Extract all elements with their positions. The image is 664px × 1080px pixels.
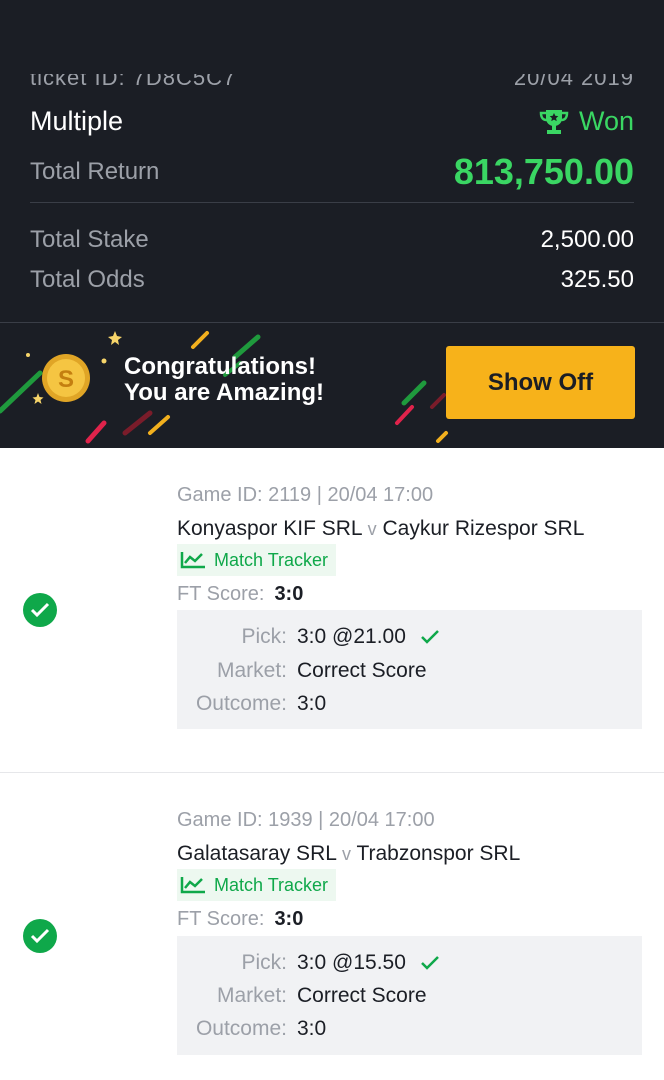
market-label: Market: [216, 984, 287, 1007]
line-chart-icon [180, 552, 205, 569]
pick-row: Pick: 3:0 @21.00 [177, 625, 642, 649]
total-odds-row: Total Odds 325.50 [30, 266, 634, 294]
game-id: Game ID: 2119 | 20/04 17:00 [177, 484, 434, 506]
match-tracker-link[interactable]: Match Tracker [177, 544, 337, 576]
pick-label: Pick: [241, 625, 287, 648]
game-card: Game ID: 2119 | 20/04 17:00 Konyaspor KI… [0, 448, 664, 772]
market-label: Market: [216, 659, 287, 682]
total-return-value: 813,750.00 [453, 151, 634, 192]
market-row: Market: Correct Score [177, 984, 642, 1008]
total-stake-label: Total Stake [30, 226, 149, 253]
check-circle-icon [23, 919, 57, 953]
game-id: Game ID: 1939 | 20/04 17:00 [177, 809, 435, 831]
game-card: Game ID: 1939 | 20/04 17:00 Galatasaray … [0, 773, 664, 1080]
match-tracker-link[interactable]: Match Tracker [177, 869, 337, 901]
home-team: Galatasaray SRL [177, 842, 337, 865]
pick-value: 3:0 @21.00 [297, 625, 406, 648]
match-teams: Galatasaray SRL v Trabzonspor SRL [177, 842, 520, 866]
show-off-button[interactable]: Show Off [446, 346, 635, 419]
checkmark-icon [421, 956, 439, 970]
total-return-label: Total Return [30, 158, 160, 185]
market-value: Correct Score [297, 659, 427, 682]
ft-score-row: FT Score: 3:0 [177, 583, 303, 606]
trophy-icon [539, 109, 569, 134]
ft-score-value: 3:0 [274, 908, 304, 930]
match-teams: Konyaspor KIF SRL v Caykur Rizespor SRL [177, 517, 584, 541]
total-odds-label: Total Odds [30, 266, 145, 293]
bet-type-row: Multiple Won [30, 106, 634, 137]
home-team: Konyaspor KIF SRL [177, 517, 362, 540]
svg-text:S: S [58, 366, 74, 393]
ft-score-row: FT Score: 3:0 [177, 908, 303, 931]
match-tracker-label: Match Tracker [214, 549, 329, 570]
versus-label: v [367, 519, 377, 539]
pick-value: 3:0 @15.50 [297, 951, 406, 974]
pick-details: Pick: 3:0 @15.50 Market: Correct Score O… [177, 936, 642, 1055]
ft-score-label: FT Score: [177, 908, 265, 930]
congrats-line-1: Congratulations! [124, 353, 316, 380]
ticket-summary-panel: ticket ID: 7D8C5C7 20/04 2019 Multiple W… [0, 0, 664, 448]
market-row: Market: Correct Score [177, 659, 642, 683]
versus-label: v [341, 844, 351, 864]
checkmark-icon [421, 630, 439, 644]
total-return-row: Total Return 813,750.00 [30, 151, 634, 193]
pick-details: Pick: 3:0 @21.00 Market: Correct Score O… [177, 610, 642, 729]
away-team: Trabzonspor SRL [356, 842, 521, 865]
line-chart-icon [180, 877, 205, 894]
pick-row: Pick: 3:0 @15.50 [177, 951, 642, 975]
check-circle-icon [23, 593, 57, 627]
pick-label: Pick: [241, 951, 287, 974]
congrats-line-2: You are Amazing! [124, 379, 325, 406]
bet-type: Multiple [30, 106, 124, 136]
status-text: Won [578, 106, 634, 136]
outcome-label: Outcome: [195, 692, 287, 715]
outcome-label: Outcome: [195, 1017, 287, 1040]
congratulations-message: Congratulations! You are Amazing! [124, 354, 324, 406]
outcome-row: Outcome: 3:0 [177, 692, 642, 716]
cut-off-ticket-id: ticket ID: 7D8C5C7 [30, 74, 237, 88]
total-stake-row: Total Stake 2,500.00 [30, 226, 634, 254]
total-odds-value: 325.50 [560, 266, 634, 293]
match-tracker-label: Match Tracker [214, 874, 329, 895]
outcome-value: 3:0 [297, 692, 327, 715]
status-badge: Won [539, 106, 634, 137]
divider [30, 202, 634, 203]
away-team: Caykur Rizespor SRL [382, 517, 585, 540]
ft-score-label: FT Score: [177, 583, 265, 605]
outcome-value: 3:0 [297, 1017, 327, 1040]
cut-off-ticket-date: 20/04 2019 [513, 74, 634, 88]
total-stake-value: 2,500.00 [540, 226, 634, 253]
ft-score-value: 3:0 [274, 583, 304, 605]
outcome-row: Outcome: 3:0 [177, 1017, 642, 1041]
market-value: Correct Score [297, 984, 427, 1007]
